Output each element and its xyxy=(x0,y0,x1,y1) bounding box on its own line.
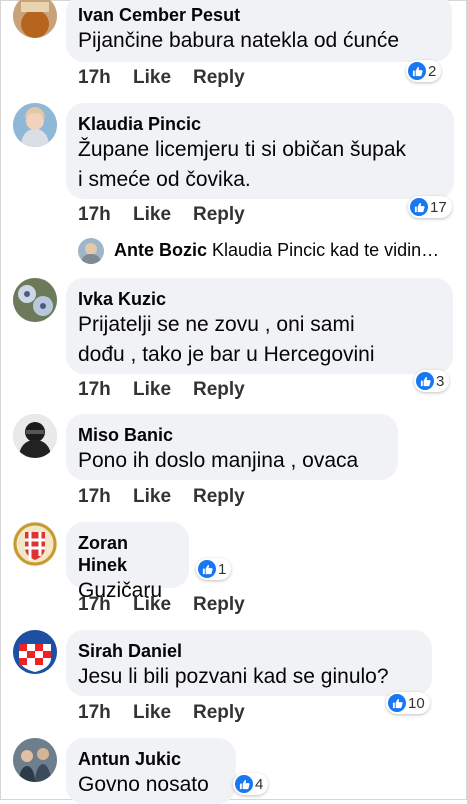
reaction-count[interactable]: 10 xyxy=(386,692,430,714)
reaction-count[interactable]: 4 xyxy=(233,773,269,795)
thumbs-up-icon xyxy=(198,560,216,578)
avatar[interactable] xyxy=(13,522,57,566)
thumbs-up-icon xyxy=(235,775,253,793)
comment-author[interactable]: Klaudia Pincic xyxy=(78,113,440,135)
comment-author[interactable]: Antun Jukic xyxy=(78,748,222,770)
reply-snippet: Klaudia Pincic kad te vidin… xyxy=(212,240,440,260)
comment-bubble: Zoran Hinek Guzičaru xyxy=(66,522,189,602)
comment-bubble: Klaudia Pincic Župane licemjeru ti si ob… xyxy=(66,103,454,199)
comment-text: Pono ih doslo manjina , ovaca xyxy=(78,449,359,472)
reply-button[interactable]: Reply xyxy=(193,204,245,226)
like-button[interactable]: Like xyxy=(133,204,171,226)
like-button[interactable]: Like xyxy=(133,702,171,724)
comment-time[interactable]: 17h xyxy=(78,204,111,226)
comment-bubble: Miso Banic Pono ih doslo manjina , ovaca xyxy=(66,414,398,480)
reply-button[interactable]: Reply xyxy=(193,486,245,508)
like-button[interactable]: Like xyxy=(133,379,171,401)
comment-bubble: Sirah Daniel Jesu li bili pozvani kad se… xyxy=(66,630,432,696)
comment-time[interactable]: 17h xyxy=(78,594,111,616)
comment-time[interactable]: 17h xyxy=(78,379,111,401)
comment-author[interactable]: Ivka Kuzic xyxy=(78,288,439,310)
avatar[interactable] xyxy=(13,103,57,147)
like-button[interactable]: Like xyxy=(133,67,171,89)
reaction-count[interactable]: 17 xyxy=(408,196,452,218)
comment-time[interactable]: 17h xyxy=(78,702,111,724)
thumbs-up-icon xyxy=(388,694,406,712)
comment-time[interactable]: 17h xyxy=(78,67,111,89)
reply-preview-text: Ante Bozic Klaudia Pincic kad te vidin… xyxy=(114,240,439,261)
comment-bubble: Ivan Cember Pesut Pijančine babura natek… xyxy=(66,0,452,62)
reaction-count[interactable]: 2 xyxy=(406,60,442,82)
avatar[interactable] xyxy=(13,278,57,322)
like-button[interactable]: Like xyxy=(133,594,171,616)
reaction-count[interactable]: 3 xyxy=(414,370,450,392)
thumbs-up-icon xyxy=(416,372,434,390)
comment-text: Govno nosato xyxy=(78,773,209,796)
comment-author[interactable]: Zoran Hinek xyxy=(78,532,175,576)
reply-author[interactable]: Ante Bozic xyxy=(114,240,207,260)
comment-author[interactable]: Ivan Cember Pesut xyxy=(78,4,438,26)
comment-text-line: Župane licemjeru ti si običan šupak xyxy=(78,138,407,161)
comment-bubble: Ivka Kuzic Prijatelji se ne zovu , oni s… xyxy=(66,278,453,374)
thumbs-up-icon xyxy=(408,62,426,80)
comment-author[interactable]: Sirah Daniel xyxy=(78,640,418,662)
avatar[interactable] xyxy=(13,630,57,674)
reply-button[interactable]: Reply xyxy=(193,702,245,724)
comment-time[interactable]: 17h xyxy=(78,486,111,508)
like-button[interactable]: Like xyxy=(133,486,171,508)
reply-preview[interactable]: Ante Bozic Klaudia Pincic kad te vidin… xyxy=(78,238,458,268)
comment-text: Pijančine babura natekla od ćunće xyxy=(78,29,400,52)
avatar[interactable] xyxy=(13,414,57,458)
comment-text-line: i smeće od čovika. xyxy=(78,168,251,191)
avatar[interactable] xyxy=(78,238,104,264)
comment-text-line: Prijatelji se ne zovu , oni sami xyxy=(78,313,355,336)
comment-text: Jesu li bili pozvani kad se ginulo? xyxy=(78,665,389,688)
thumbs-up-icon xyxy=(410,198,428,216)
comment-text-line: dođu , tako je bar u Hercegovini xyxy=(78,343,375,366)
avatar[interactable] xyxy=(13,0,57,38)
reply-button[interactable]: Reply xyxy=(193,379,245,401)
comment-author[interactable]: Miso Banic xyxy=(78,424,384,446)
reply-button[interactable]: Reply xyxy=(193,594,245,616)
comment-bubble: Antun Jukic Govno nosato xyxy=(66,738,236,804)
reaction-count[interactable]: 1 xyxy=(196,558,232,580)
avatar[interactable] xyxy=(13,738,57,782)
reply-button[interactable]: Reply xyxy=(193,67,245,89)
